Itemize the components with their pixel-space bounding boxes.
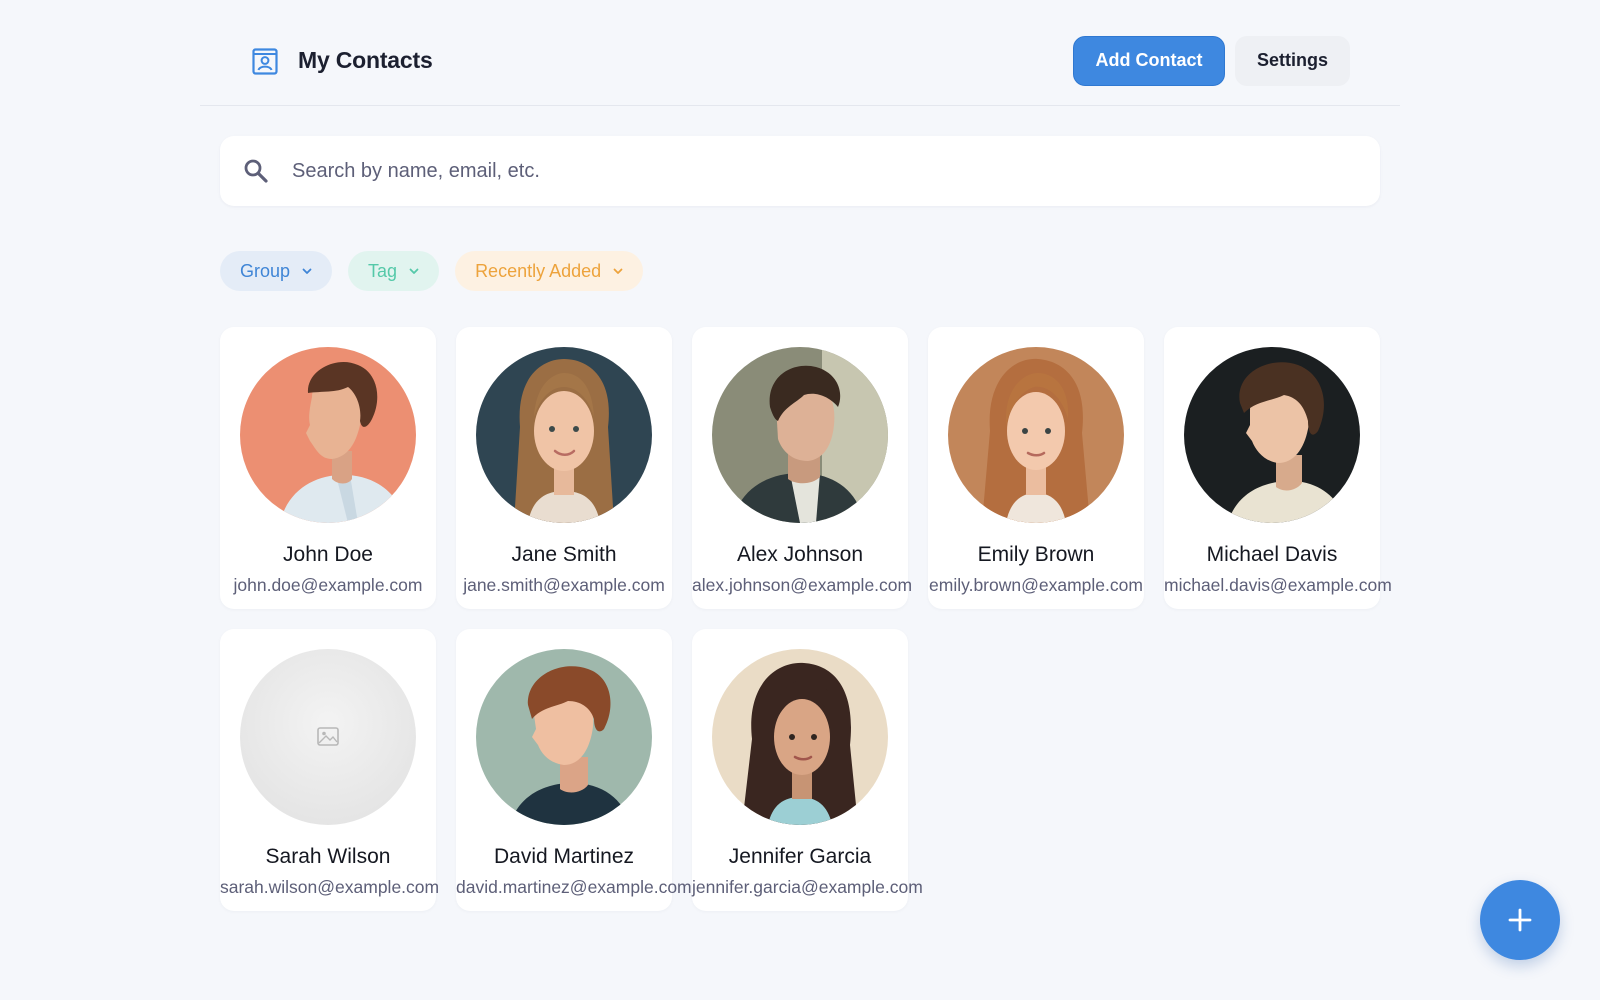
group-filter-label: Group [240, 260, 291, 281]
chevron-down-icon [409, 268, 419, 274]
floating-add-button[interactable] [1480, 880, 1560, 960]
settings-button[interactable]: Settings [1235, 35, 1350, 86]
plus-icon [1508, 908, 1532, 932]
image-placeholder-icon [240, 649, 416, 825]
contact-card[interactable]: Jane Smith jane.smith@example.com [456, 327, 672, 609]
search-bar [220, 136, 1380, 206]
search-input[interactable] [290, 158, 1290, 184]
tag-filter-dropdown[interactable]: Tag [348, 251, 440, 291]
contacts-grid: John Doe john.doe@example.com Jane Smith… [220, 327, 1392, 911]
contact-card[interactable]: Sarah Wilson sarah.wilson@example.com [220, 629, 440, 911]
contact-name: David Martinez [493, 845, 635, 868]
avatar [240, 347, 416, 523]
avatar [1184, 347, 1360, 523]
contact-email: jennifer.garcia@example.com [692, 877, 923, 897]
avatar [476, 649, 652, 825]
avatar [712, 649, 888, 825]
recently-added-filter-label: Recently Added [475, 260, 602, 281]
contact-name: Emily Brown [977, 543, 1095, 566]
contact-card[interactable]: John Doe john.doe@example.com [220, 327, 436, 609]
contact-email: david.martinez@example.com [456, 877, 692, 897]
recently-added-filter-dropdown[interactable]: Recently Added [455, 251, 644, 291]
contact-email: jane.smith@example.com [463, 575, 665, 595]
filter-bar: Group Tag Recently Added [220, 251, 644, 291]
contact-email: john.doe@example.com [233, 575, 423, 595]
tag-filter-label: Tag [368, 260, 398, 281]
page-title: My Contacts [298, 47, 433, 73]
contact-email: emily.brown@example.com [929, 575, 1143, 595]
chevron-down-icon [613, 268, 623, 274]
contact-name: Sarah Wilson [265, 845, 391, 868]
contact-name: John Doe [283, 543, 373, 566]
contact-card[interactable]: Emily Brown emily.brown@example.com [928, 327, 1144, 609]
app-header: My Contacts Add Contact Settings [200, 28, 1400, 106]
contact-email: sarah.wilson@example.com [220, 877, 440, 897]
contact-card[interactable]: Alex Johnson alex.johnson@example.com [692, 327, 913, 609]
contact-email: michael.davis@example.com [1164, 575, 1392, 595]
contact-card[interactable]: David Martinez david.martinez@example.co… [456, 629, 692, 911]
contact-name: Michael Davis [1206, 543, 1338, 566]
contacts-app: My Contacts Add Contact Settings Group T… [0, 0, 1600, 1000]
contact-name: Alex Johnson [736, 543, 864, 566]
header-actions: Add Contact Settings [1073, 35, 1350, 86]
contact-email: alex.johnson@example.com [692, 575, 913, 595]
avatar [948, 347, 1124, 523]
contact-name: Jane Smith [511, 543, 617, 566]
contact-card[interactable]: Michael Davis michael.davis@example.com [1164, 327, 1392, 609]
search-icon [244, 159, 268, 183]
contact-name: Jennifer Garcia [728, 845, 872, 868]
group-filter-dropdown[interactable]: Group [220, 251, 333, 291]
brand: My Contacts [250, 46, 433, 76]
contact-card[interactable]: Jennifer Garcia jennifer.garcia@example.… [692, 629, 923, 911]
avatar [712, 347, 888, 523]
chevron-down-icon [302, 268, 312, 274]
avatar [476, 347, 652, 523]
contact-card-icon [252, 47, 278, 75]
add-contact-button[interactable]: Add Contact [1073, 35, 1225, 86]
